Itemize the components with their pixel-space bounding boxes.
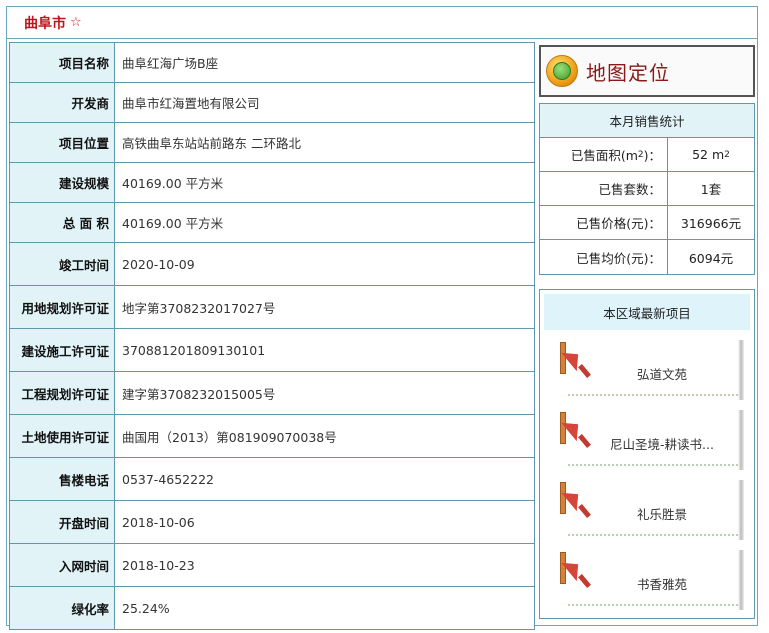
project-name: 礼乐胜景 [636,507,687,522]
stats-value: 1套 [700,182,722,197]
project-info-table: 项目名称 曲阜红海广场B座 开发商 曲阜市红海置地有限公司 项目位置 高铁曲阜东站站前… [9,42,535,630]
latest-project-item[interactable]: 尼山圣境-耕读书... [560,410,744,470]
stats-row-area: 已售面积(m 2)： 52 m2 [540,138,754,172]
row-label: 建设施工许可证 [9,328,115,372]
cursor-tail-icon [578,574,591,588]
table-row: 绿化率 25.24% [9,586,535,630]
table-row: 入网时间 2018-10-23 [9,543,535,587]
row-value: 高铁曲阜东站站前路东 二环路北 [114,122,535,163]
latest-project-item[interactable]: 书香雅苑 [560,550,744,610]
project-name: 弘道文苑 [636,367,687,382]
table-row: 售楼电话 0537-4652222 [9,457,535,501]
monthly-sales-stats: 本月销售统计 已售面积(m 2)： 52 m2 已售套数： 1套 已售价格(元)：… [539,103,755,275]
row-value: 40169.00 平方米 [114,202,535,243]
row-label: 入网时间 [9,543,115,587]
row-label: 开盘时间 [9,500,115,544]
row-value: 曲阜红海广场B座 [114,42,535,83]
row-value: 2018-10-23 [114,543,535,587]
table-row: 工程规划许可证 建字第3708232015005号 [9,371,535,415]
project-name: 书香雅苑 [636,577,687,592]
cursor-tail-icon [578,504,591,518]
favorite-star-icon[interactable]: ☆ [70,15,82,30]
row-label: 项目位置 [9,122,115,163]
panel-header: 曲阜市 ☆ [7,7,757,39]
city-title: 曲阜市 [24,15,66,32]
row-value: 2020-10-09 [114,242,535,286]
cursor-tail-icon [578,364,591,378]
table-row: 项目位置 高铁曲阜东站站前路东 二环路北 [9,122,535,163]
stats-label: 已售套数： [540,172,668,205]
row-value: 40169.00 平方米 [114,162,535,203]
row-value: 曲国用（2013）第081909070038号 [114,414,535,458]
globe-icon [546,55,578,87]
row-label: 建设规模 [9,162,115,203]
row-value: 2018-10-06 [114,500,535,544]
table-row: 建设施工许可证 370881201809130101 [9,328,535,372]
row-label: 竣工时间 [9,242,115,286]
thumb-edge [738,340,744,400]
table-row: 总 面 积 40169.00 平方米 [9,202,535,243]
table-row: 开发商 曲阜市红海置地有限公司 [9,82,535,123]
globe-inner-icon [553,62,571,80]
right-column: 地图定位 本月销售统计 已售面积(m 2)： 52 m2 已售套数： 1套 已售价… [539,45,755,619]
table-row: 建设规模 40169.00 平方米 [9,162,535,203]
stats-value: 6094元 [688,250,734,266]
row-label: 总 面 积 [9,202,115,243]
row-label: 售楼电话 [9,457,115,501]
stats-label: 已售面积(m 2)： [540,138,668,171]
table-row: 土地使用许可证 曲国用（2013）第081909070038号 [9,414,535,458]
latest-project-item[interactable]: 礼乐胜景 [560,480,744,540]
table-row: 竣工时间 2020-10-09 [9,242,535,286]
stats-label: 已售均价(元)： [540,240,668,274]
stats-row-sets: 已售套数： 1套 [540,172,754,206]
stats-value: 52 m2 [692,147,730,162]
thumb-dots [568,393,738,396]
table-row: 用地规划许可证 地字第3708232017027号 [9,285,535,329]
thumb-edge [738,480,744,540]
map-location-button[interactable]: 地图定位 [539,45,755,97]
row-label: 工程规划许可证 [9,371,115,415]
project-info-panel: 曲阜市 ☆ 项目名称 曲阜红海广场B座 开发商 曲阜市红海置地有限公司 项目位置 高铁… [6,6,758,630]
row-label: 绿化率 [9,586,115,630]
thumb-edge [738,550,744,610]
table-row: 开盘时间 2018-10-06 [9,500,535,544]
row-value: 0537-4652222 [114,457,535,501]
stats-title: 本月销售统计 [540,104,754,138]
thumb-edge [738,410,744,470]
cursor-tail-icon [578,434,591,448]
latest-project-item[interactable]: 弘道文苑 [560,340,744,400]
stats-label: 已售价格(元)： [540,206,668,239]
thumb-dots [568,603,738,606]
latest-projects-title: 本区域最新项目 [544,294,750,330]
row-value: 370881201809130101 [114,328,535,372]
stats-row-price: 已售价格(元)： 316966元 [540,206,754,240]
stats-row-avg: 已售均价(元)： 6094元 [540,240,754,274]
stats-value: 316966元 [680,216,742,231]
latest-projects-panel: 本区域最新项目 弘道文苑 尼山圣境-耕读书... 礼乐胜景 书香雅苑 [539,289,755,619]
project-name: 尼山圣境-耕读书... [610,437,714,452]
row-value: 25.24% [114,586,535,630]
row-label: 项目名称 [9,42,115,83]
row-value: 曲阜市红海置地有限公司 [114,82,535,123]
row-label: 用地规划许可证 [9,285,115,329]
row-value: 建字第3708232015005号 [114,371,535,415]
row-label: 土地使用许可证 [9,414,115,458]
row-value: 地字第3708232017027号 [114,285,535,329]
table-row: 项目名称 曲阜红海广场B座 [9,42,535,83]
thumb-dots [568,463,738,466]
map-location-label: 地图定位 [586,60,670,85]
thumb-dots [568,533,738,536]
row-label: 开发商 [9,82,115,123]
